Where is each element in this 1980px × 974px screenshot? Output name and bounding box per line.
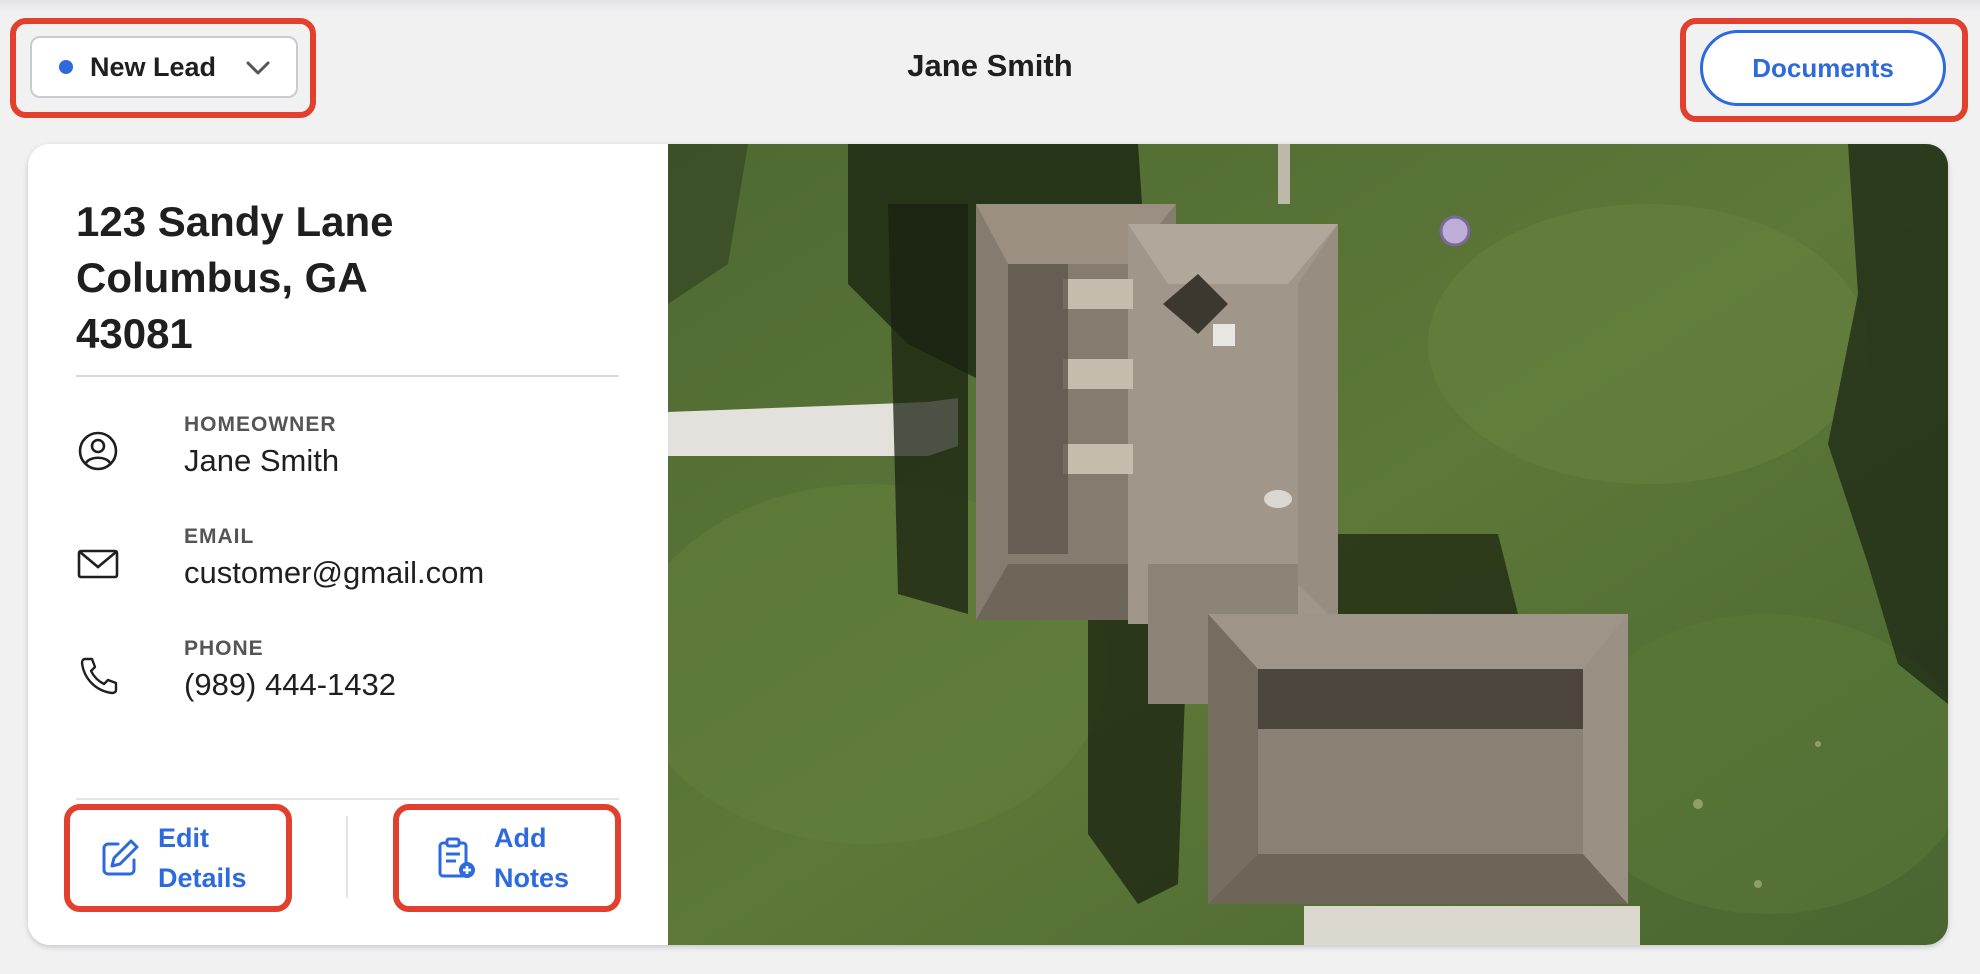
email-field: EMAIL customer@gmail.com	[76, 525, 636, 605]
top-shadow	[0, 0, 1980, 12]
homeowner-label: HOMEOWNER	[184, 413, 337, 436]
homeowner-value: Jane Smith	[184, 443, 340, 478]
add-notes-button[interactable]: Add Notes	[434, 813, 614, 903]
phone-icon	[80, 657, 118, 695]
documents-button[interactable]: Documents	[1700, 30, 1946, 106]
email-label: EMAIL	[184, 525, 255, 548]
divider	[76, 375, 619, 377]
phone-field: PHONE (989) 444-1432	[76, 637, 636, 717]
lead-info-panel: 123 Sandy Lane Columbus, GA 43081 HOMEOW…	[28, 144, 668, 945]
page-title: Jane Smith	[907, 48, 1073, 83]
phone-value: (989) 444-1432	[184, 667, 396, 702]
address-city: Columbus, GA	[76, 254, 368, 301]
person-circle-icon	[78, 431, 118, 471]
aerial-map[interactable]	[668, 144, 1948, 945]
phone-label: PHONE	[184, 637, 264, 660]
add-notes-label: Add Notes	[494, 823, 570, 893]
edit-details-button[interactable]: Edit Details	[98, 813, 278, 903]
address-zip: 43081	[76, 310, 193, 357]
edit-details-label: Edit Details	[158, 823, 247, 893]
property-address: 123 Sandy Lane Columbus, GA 43081	[76, 194, 393, 362]
email-value: customer@gmail.com	[184, 555, 485, 590]
homeowner-field: HOMEOWNER Jane Smith	[76, 413, 636, 493]
address-street: 123 Sandy Lane	[76, 198, 394, 245]
edit-icon	[102, 839, 139, 876]
clipboard-add-icon	[438, 837, 475, 878]
mail-icon	[77, 549, 119, 579]
action-separator	[346, 816, 348, 898]
lead-card: 123 Sandy Lane Columbus, GA 43081 HOMEOW…	[28, 144, 1948, 945]
divider	[76, 798, 619, 800]
